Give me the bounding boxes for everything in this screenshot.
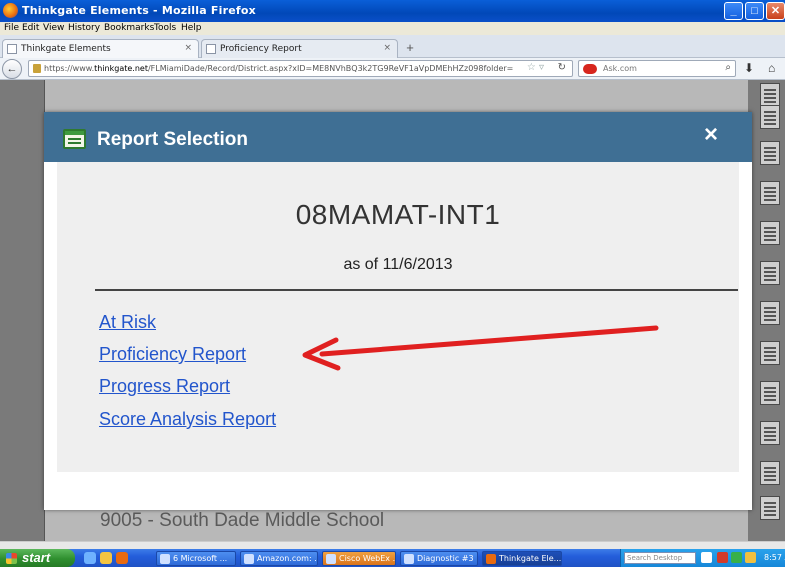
document-icon[interactable] <box>760 105 780 129</box>
task-label: Cisco WebEx ... <box>339 554 396 563</box>
clock: 8:57 AM <box>764 553 785 562</box>
section-divider <box>95 289 738 291</box>
progress-report-link[interactable]: Progress Report <box>99 376 230 397</box>
tab-proficiency-report[interactable]: Proficiency Report × <box>201 39 398 58</box>
task-label: Thinkgate Ele... <box>499 554 562 563</box>
task-label: Amazon.com: ... <box>257 554 318 563</box>
quicklaunch-ie-icon[interactable] <box>84 552 96 564</box>
menu-bookmarks[interactable]: Bookmarks <box>104 23 154 33</box>
menu-file[interactable]: File <box>4 23 19 33</box>
tray-network-icon[interactable] <box>731 552 742 563</box>
report-selection-dialog: Report Selection × 08MAMAT-INT1 as of 11… <box>44 112 752 510</box>
bookmark-star-icon[interactable]: ☆ ▿ <box>527 62 544 73</box>
new-tab-button[interactable]: + <box>401 40 419 57</box>
search-engine-label: Ask.com <box>603 64 637 73</box>
search-bar[interactable]: Ask.com ⌕ <box>578 60 736 77</box>
start-button[interactable]: start <box>0 549 75 567</box>
minimize-button[interactable]: _ <box>724 2 743 20</box>
document-icon[interactable] <box>760 381 780 405</box>
document-icon[interactable] <box>760 496 780 520</box>
firefox-icon <box>3 3 18 18</box>
taskbar-item-diagnostic[interactable]: Diagnostic #3 ... <box>400 551 478 566</box>
document-icon[interactable] <box>760 181 780 205</box>
tab-label: Proficiency Report <box>220 44 302 54</box>
assessment-name: 08MAMAT-INT1 <box>295 199 501 230</box>
menu-history[interactable]: History <box>68 23 100 33</box>
menu-edit[interactable]: Edit <box>22 23 39 33</box>
tab-thinkgate-elements[interactable]: Thinkgate Elements × <box>2 39 199 58</box>
document-icon <box>404 554 414 564</box>
system-tray: Search Desktop 8:57 AM <box>620 549 785 567</box>
tray-volume-icon[interactable] <box>745 552 756 563</box>
url-text: https://www.thinkgate.net/FLMiamiDade/Re… <box>44 64 514 73</box>
report-icon <box>63 129 86 149</box>
close-icon[interactable]: × <box>699 123 723 147</box>
document-icon[interactable] <box>760 221 780 245</box>
start-label: start <box>22 550 51 565</box>
menu-view[interactable]: View <box>43 23 64 33</box>
taskbar-item-microsoft[interactable]: 6 Microsoft ... <box>156 551 236 566</box>
dialog-title: Report Selection <box>97 129 248 150</box>
search-icon[interactable] <box>701 552 712 563</box>
menu-help[interactable]: Help <box>181 23 202 33</box>
document-icon[interactable] <box>760 301 780 325</box>
close-window-button[interactable]: ✕ <box>766 2 785 20</box>
desktop-search-input[interactable]: Search Desktop <box>624 552 696 564</box>
navigation-bar: ← https://www.thinkgate.net/FLMiamiDade/… <box>0 58 785 80</box>
document-icon[interactable] <box>760 421 780 445</box>
taskbar-item-amazon[interactable]: Amazon.com: ... <box>240 551 318 566</box>
document-icon[interactable] <box>760 141 780 165</box>
ask-logo-icon <box>583 64 597 74</box>
search-icon[interactable]: ⌕ <box>725 62 731 73</box>
document-icon[interactable] <box>760 261 780 285</box>
quicklaunch-firefox-icon[interactable] <box>116 552 128 564</box>
tab-bar: Thinkgate Elements × Proficiency Report … <box>0 35 785 58</box>
firefox-icon <box>486 554 496 564</box>
document-icon[interactable] <box>760 341 780 365</box>
ie-icon <box>244 554 254 564</box>
back-button[interactable]: ← <box>2 59 22 79</box>
tab-close-icon[interactable]: × <box>184 43 192 53</box>
background-school-row: 9005 - South Dade Middle School <box>100 510 385 531</box>
tab-label: Thinkgate Elements <box>21 44 111 54</box>
home-icon[interactable]: ⌂ <box>768 61 775 75</box>
windows-logo-icon <box>6 553 17 564</box>
tray-security-icon[interactable] <box>717 552 728 563</box>
reload-icon[interactable]: ↻ <box>558 62 566 73</box>
score-analysis-report-link[interactable]: Score Analysis Report <box>99 409 276 430</box>
dialog-header: Report Selection × <box>44 112 752 162</box>
task-label: 6 Microsoft ... <box>173 554 228 563</box>
webex-icon <box>326 554 336 564</box>
quicklaunch-folder-icon[interactable] <box>100 552 112 564</box>
at-risk-link[interactable]: At Risk <box>99 312 156 333</box>
taskbar-item-thinkgate[interactable]: Thinkgate Ele... <box>482 551 562 566</box>
windows-taskbar: start 6 Microsoft ... Amazon.com: ... Ci… <box>0 549 785 567</box>
taskbar-item-cisco-webex[interactable]: Cisco WebEx ... <box>322 551 396 566</box>
task-label: Diagnostic #3 ... <box>417 554 478 563</box>
download-icon[interactable]: ⬇ <box>744 61 754 75</box>
dialog-body: 08MAMAT-INT1 as of 11/6/2013 At Risk Pro… <box>57 162 739 472</box>
url-bar[interactable]: https://www.thinkgate.net/FLMiamiDade/Re… <box>28 60 573 77</box>
document-icon[interactable] <box>760 83 780 107</box>
page-favicon-icon <box>7 44 17 54</box>
page-favicon-icon <box>206 44 216 54</box>
menu-bar: File Edit View History Bookmarks Tools H… <box>0 22 785 35</box>
proficiency-report-link[interactable]: Proficiency Report <box>99 344 246 365</box>
menu-tools[interactable]: Tools <box>154 23 176 33</box>
document-icon[interactable] <box>760 461 780 485</box>
maximize-button[interactable]: □ <box>745 2 764 20</box>
window-title: Thinkgate Elements - Mozilla Firefox <box>22 4 256 17</box>
window-titlebar: Thinkgate Elements - Mozilla Firefox _ □… <box>0 0 785 22</box>
lock-icon <box>33 64 41 73</box>
tab-close-icon[interactable]: × <box>383 43 391 53</box>
as-of-date: as of 11/6/2013 <box>343 256 453 273</box>
word-icon <box>160 554 170 564</box>
horizontal-scrollbar[interactable] <box>0 541 785 549</box>
